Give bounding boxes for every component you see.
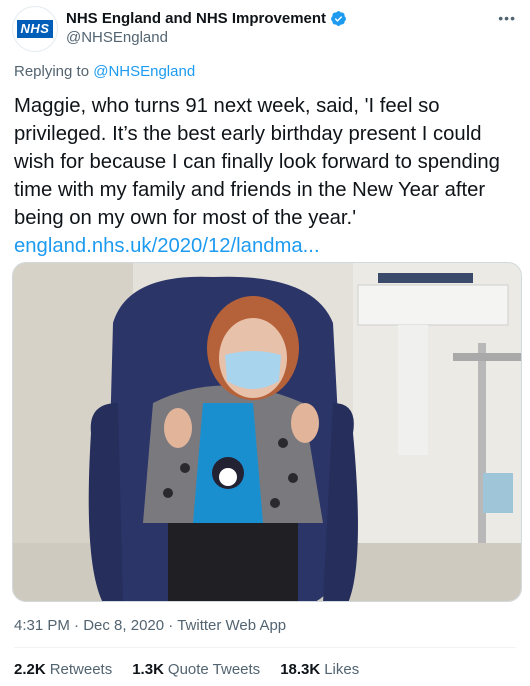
replying-to: Replying to @NHSEngland (14, 63, 195, 80)
meta-separator: · (74, 617, 80, 634)
likes-count: 18.3K (280, 661, 321, 678)
quote-tweets-stat[interactable]: 1.3K Quote Tweets (132, 661, 260, 678)
author-name-row: NHS England and NHS Improvement (66, 10, 347, 27)
tweet-date[interactable]: Dec 8, 2020 (83, 617, 164, 634)
divider (14, 647, 516, 648)
tweet-time[interactable]: 4:31 PM (14, 617, 70, 634)
tweet-detail: NHS NHS England and NHS Improvement @NHS… (0, 0, 530, 686)
tweet-link[interactable]: england.nhs.uk/2020/12/landma... (14, 232, 520, 260)
retweets-count: 2.2K (14, 661, 46, 678)
tweet-photo[interactable] (12, 262, 522, 602)
likes-label: Likes (324, 661, 360, 678)
tweet-stats: 2.2K Retweets 1.3K Quote Tweets 18.3K Likes (14, 661, 359, 678)
tweet-text-block: Maggie, who turns 91 next week, said, 'I… (14, 92, 520, 260)
nhs-logo: NHS (16, 20, 54, 38)
photo-illustration (13, 263, 521, 601)
tweet-meta: 4:31 PM · Dec 8, 2020 · Twitter Web App (14, 617, 286, 634)
replying-to-link[interactable]: @NHSEngland (93, 63, 195, 80)
avatar[interactable]: NHS (12, 6, 58, 52)
more-options-button[interactable]: ••• (498, 10, 516, 26)
more-horizontal-icon: ••• (498, 10, 516, 26)
tweet-text: Maggie, who turns 91 next week, said, 'I… (14, 95, 500, 229)
author-handle[interactable]: @NHSEngland (66, 29, 168, 46)
likes-stat[interactable]: 18.3K Likes (280, 661, 359, 678)
replying-prefix: Replying to (14, 63, 90, 80)
quote-tweets-count: 1.3K (132, 661, 164, 678)
meta-separator: · (168, 617, 174, 634)
retweets-label: Retweets (49, 661, 113, 678)
author-display-name[interactable]: NHS England and NHS Improvement (66, 10, 326, 27)
retweets-stat[interactable]: 2.2K Retweets (14, 661, 112, 678)
verified-badge-icon (331, 11, 346, 26)
tweet-source[interactable]: Twitter Web App (177, 617, 286, 634)
quote-tweets-label: Quote Tweets (167, 661, 261, 678)
